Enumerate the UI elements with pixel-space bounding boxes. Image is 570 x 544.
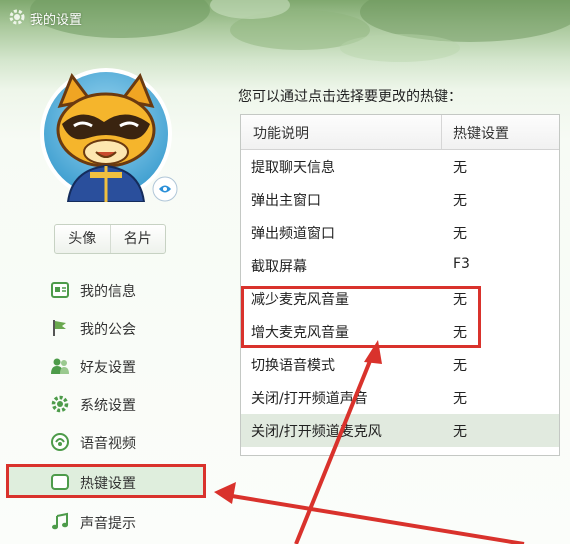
table-row[interactable]: 提取聊天信息 无: [241, 150, 559, 183]
function-cell: 减少麦克风音量: [251, 292, 349, 308]
sidebar-item-hotkey-settings[interactable]: 热键设置: [0, 464, 212, 498]
gear-icon: [51, 395, 69, 413]
sidebar-item-system-settings[interactable]: 系统设置: [0, 388, 212, 420]
flag-icon: [53, 320, 66, 336]
sidebar-item-label: 语音视频: [80, 436, 136, 452]
function-cell: 截取屏幕: [251, 259, 307, 275]
avatar[interactable]: [38, 66, 178, 203]
sidebar-item-label: 我的公会: [80, 322, 136, 338]
sidebar-item-sound-alerts[interactable]: 声音提示: [0, 506, 212, 538]
settings-gear-icon: [9, 9, 25, 25]
friends-icon: [51, 358, 69, 374]
sidebar-item-my-info[interactable]: 我的信息: [0, 274, 212, 306]
tab-card[interactable]: 名片: [109, 225, 166, 253]
function-cell: 关闭/打开频道麦克风: [251, 424, 382, 440]
hotkey-cell: 无: [453, 226, 467, 242]
function-cell: 增大麦克风音量: [251, 325, 349, 341]
sidebar-item-friend-settings[interactable]: 好友设置: [0, 350, 212, 382]
table-row[interactable]: 弹出主窗口 无: [241, 183, 559, 216]
hotkey-hint-text: 您可以通过点击选择要更改的热键：: [238, 89, 462, 105]
table-row[interactable]: 关闭/打开频道声音 无: [241, 381, 559, 414]
sidebar-item-label: 声音提示: [80, 516, 136, 532]
profile-card-icon: [51, 282, 69, 298]
hotkey-cell: 无: [453, 391, 467, 407]
table-row[interactable]: 截取屏幕 F3: [241, 249, 559, 282]
avatar-tabs: 头像 名片: [54, 224, 166, 254]
sidebar-item-voice-video[interactable]: 语音视频: [0, 426, 212, 458]
tab-avatar[interactable]: 头像: [55, 225, 110, 253]
function-cell: 弹出主窗口: [251, 193, 321, 209]
hotkey-cell: 无: [453, 160, 467, 176]
function-cell: 切换语音模式: [251, 358, 335, 374]
table-header: 功能说明 热键设置: [241, 115, 559, 150]
column-divider[interactable]: [441, 115, 442, 149]
table-row-selected[interactable]: 关闭/打开频道麦克风 无: [241, 414, 559, 447]
weibo-badge-icon: [152, 176, 178, 202]
voice-video-icon: [51, 433, 69, 451]
hotkey-cell: 无: [453, 193, 467, 209]
table-row[interactable]: 减少麦克风音量 无: [241, 282, 559, 315]
sidebar-item-label: 热键设置: [80, 476, 136, 492]
music-note-icon: [52, 512, 68, 530]
hotkey-cell: F3: [453, 256, 470, 272]
table-row[interactable]: 增大麦克风音量 无: [241, 315, 559, 348]
sidebar-item-label: 好友设置: [80, 360, 136, 376]
sidebar-item-label: 我的信息: [80, 284, 136, 300]
sidebar-item-label: 系统设置: [80, 398, 136, 414]
sidebar-item-my-guild[interactable]: 我的公会: [0, 312, 212, 344]
hotkey-cell: 无: [453, 424, 467, 440]
table-row[interactable]: 弹出频道窗口 无: [241, 216, 559, 249]
title-bar[interactable]: 我的设置: [0, 0, 570, 34]
arrow-head-hotkey-nav: [214, 482, 236, 504]
column-header-hotkey[interactable]: 热键设置: [453, 123, 509, 143]
hotkey-cell: 无: [453, 325, 467, 341]
function-cell: 提取聊天信息: [251, 160, 335, 176]
settings-window: 我的设置 头像 名片 我的信息 我的公会 好友设置 系统设置 语音视频 热键设置…: [0, 0, 570, 544]
sidebar: 头像 名片 我的信息 我的公会 好友设置 系统设置 语音视频 热键设置 声音提示: [0, 40, 212, 544]
function-cell: 弹出频道窗口: [251, 226, 335, 242]
function-cell: 关闭/打开频道声音: [251, 391, 368, 407]
window-title: 我的设置: [30, 13, 83, 28]
hotkey-cell: 无: [453, 358, 467, 374]
column-header-function[interactable]: 功能说明: [253, 123, 309, 143]
arrow-to-hotkey-nav: [231, 494, 525, 544]
hotkey-cell: 无: [453, 292, 467, 308]
hotkey-table: 功能说明 热键设置 提取聊天信息 无 弹出主窗口 无 弹出频道窗口 无 截取屏幕…: [240, 114, 560, 456]
keyboard-icon: [51, 474, 69, 490]
table-row[interactable]: 切换语音模式 无: [241, 348, 559, 381]
